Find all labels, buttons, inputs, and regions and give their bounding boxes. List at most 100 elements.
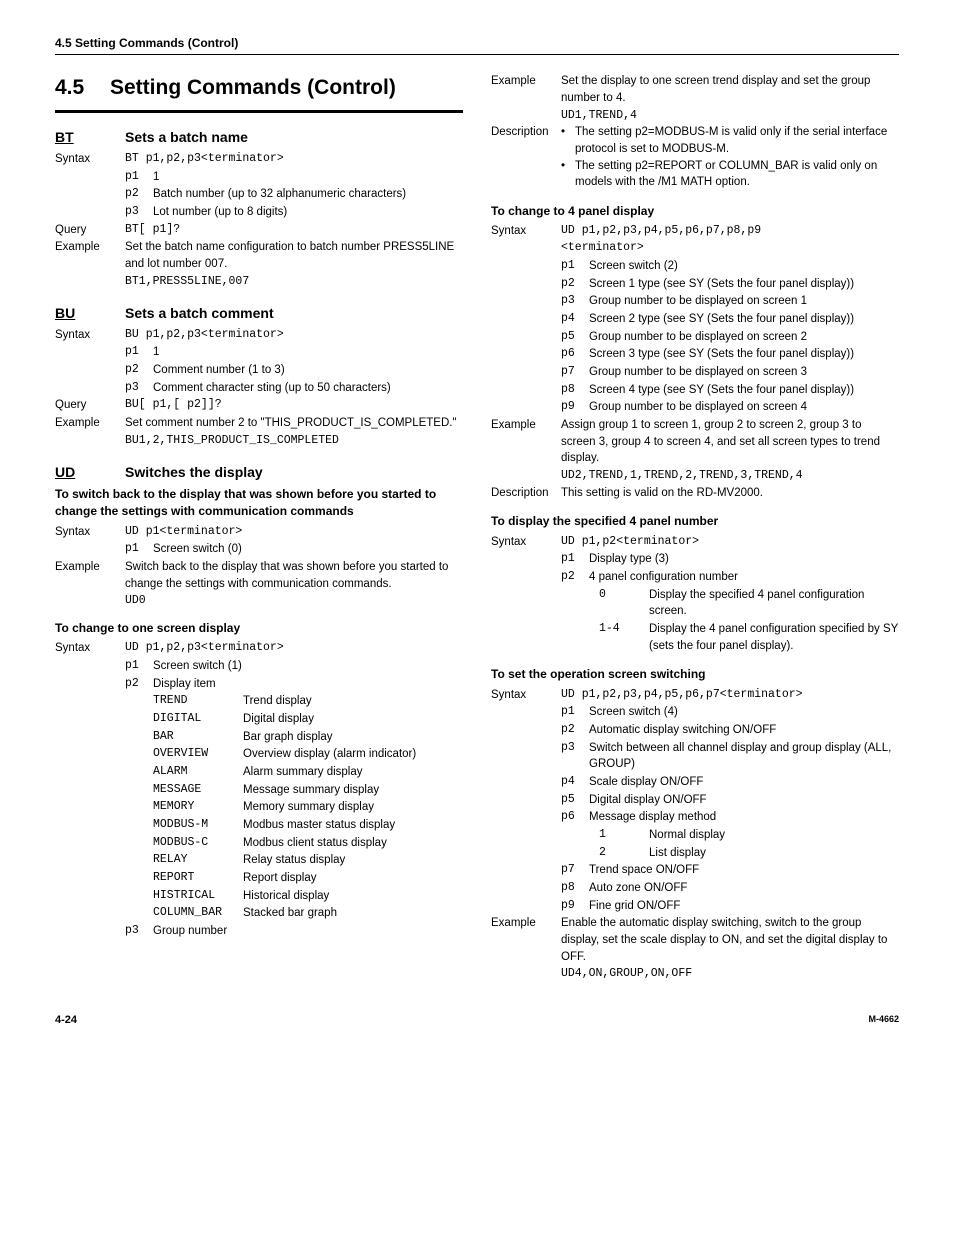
param-code: p7 (561, 862, 589, 879)
bt-query: BT[ p1]? (125, 222, 463, 239)
right-column: Example Set the display to one screen tr… (491, 73, 899, 995)
param-code: p5 (561, 792, 589, 809)
display-item-row: ALARMAlarm summary display (153, 764, 463, 781)
param-code: p7 (561, 364, 589, 381)
label: Query (55, 397, 125, 414)
ud-sub1-syntax: UD p1<terminator> (125, 524, 463, 541)
content-columns: 4.5 Setting Commands (Control) BT Sets a… (55, 73, 899, 995)
ud-sub2-syntax: UD p1,p2,p3<terminator> (125, 640, 463, 657)
param-desc: Batch number (up to 32 alphanumeric char… (153, 186, 463, 203)
param-desc: Screen 3 type (see SY (Sets the four pan… (589, 346, 899, 363)
label: Syntax (55, 640, 125, 657)
param-code: p3 (561, 293, 589, 310)
param-code: p1 (125, 658, 153, 675)
display-item-row: OVERVIEWOverview display (alarm indicato… (153, 746, 463, 763)
section-name: Setting Commands (Control) (110, 73, 396, 103)
param-code: p2 (561, 276, 589, 293)
bt-syntax: BT p1,p2,p3<terminator> (125, 151, 463, 168)
manual-number: M-4662 (868, 1013, 899, 1029)
label: Example (55, 559, 125, 576)
param-desc: Screen switch (4) (589, 704, 899, 721)
param-code: p1 (125, 169, 153, 186)
param-desc: Screen switch (0) (153, 541, 463, 558)
display-item-desc: Trend display (243, 693, 463, 710)
param-desc: Automatic display switching ON/OFF (589, 722, 899, 739)
display-item-row: COLUMN_BARStacked bar graph (153, 905, 463, 922)
param-code: p6 (561, 346, 589, 363)
display-item-desc: Modbus master status display (243, 817, 463, 834)
param-code: p2 (561, 722, 589, 739)
param-code: p3 (561, 740, 589, 757)
param-code: p1 (561, 704, 589, 721)
bu-query: BU[ p1,[ p2]]? (125, 397, 463, 414)
display-item-code: MEMORY (153, 799, 243, 816)
display-item-code: TREND (153, 693, 243, 710)
param-desc: Group number to be displayed on screen 4 (589, 399, 899, 416)
param-code: p9 (561, 399, 589, 416)
label: Syntax (55, 151, 125, 168)
bullet-icon: • (561, 124, 575, 157)
four-panel-example-text: Assign group 1 to screen 1, group 2 to s… (561, 417, 899, 467)
bt-example-code: BT1,PRESS5LINE,007 (55, 274, 463, 291)
param-code: p1 (125, 344, 153, 361)
section-rule (55, 110, 463, 113)
param-desc: Auto zone ON/OFF (589, 880, 899, 897)
opscreen-example-text: Enable the automatic display switching, … (561, 915, 899, 965)
bullet-text: The setting p2=MODBUS-M is valid only if… (575, 124, 899, 157)
display-item-desc: Message summary display (243, 782, 463, 799)
ud-sub1-head: To switch back to the display that was s… (55, 486, 463, 521)
display-item-row: MODBUS-MModbus master status display (153, 817, 463, 834)
display-item-row: DIGITALDigital display (153, 711, 463, 728)
label: Example (491, 915, 561, 932)
param-code: p2 (561, 569, 589, 586)
value-desc: List display (649, 845, 899, 862)
param-code: p8 (561, 382, 589, 399)
display-item-desc: Stacked bar graph (243, 905, 463, 922)
param-desc: Screen 4 type (see SY (Sets the four pan… (589, 382, 899, 399)
four-panel-desc: This setting is valid on the RD-MV2000. (561, 485, 899, 502)
display-items-list: TRENDTrend displayDIGITALDigital display… (125, 693, 463, 922)
ud-sub1-example-text: Switch back to the display that was show… (125, 559, 463, 592)
display-item-desc: Report display (243, 870, 463, 887)
disp4num-syntax: UD p1,p2<terminator> (561, 534, 899, 551)
label: Syntax (55, 327, 125, 344)
param-desc: Fine grid ON/OFF (589, 898, 899, 915)
ud-title: Switches the display (125, 462, 263, 482)
display-item-desc: Alarm summary display (243, 764, 463, 781)
param-code: p4 (561, 774, 589, 791)
display-item-code: HISTRICAL (153, 888, 243, 905)
param-desc: Screen switch (2) (589, 258, 899, 275)
param-desc: Display type (3) (589, 551, 899, 568)
label: Description (491, 124, 561, 141)
bt-code: BT (55, 127, 125, 147)
display-item-row: REPORTReport display (153, 870, 463, 887)
display-item-code: REPORT (153, 870, 243, 887)
param-code: p4 (561, 311, 589, 328)
four-panel-block: To change to 4 panel display Syntax UD p… (491, 203, 899, 501)
param-code: p9 (561, 898, 589, 915)
param-code: p6 (561, 809, 589, 826)
param-code: p3 (125, 204, 153, 221)
display-item-desc: Memory summary display (243, 799, 463, 816)
bu-example-text: Set comment number 2 to "THIS_PRODUCT_IS… (125, 415, 463, 432)
display-item-row: MEMORYMemory summary display (153, 799, 463, 816)
display-item-desc: Bar graph display (243, 729, 463, 746)
display-item-code: DIGITAL (153, 711, 243, 728)
col2-top: Example Set the display to one screen tr… (491, 73, 899, 191)
param-code: p1 (561, 258, 589, 275)
label: Example (55, 415, 125, 432)
bt-example-text: Set the batch name configuration to batc… (125, 239, 463, 272)
param-desc: Lot number (up to 8 digits) (153, 204, 463, 221)
param-desc: Scale display ON/OFF (589, 774, 899, 791)
value-code: 1-4 (589, 621, 649, 638)
param-desc: Screen 1 type (see SY (Sets the four pan… (589, 276, 899, 293)
param-desc: Comment number (1 to 3) (153, 362, 463, 379)
page-footer: 4-24 M-4662 (55, 1013, 899, 1029)
display-item-code: MODBUS-C (153, 835, 243, 852)
disp4num-block: To display the specified 4 panel number … (491, 513, 899, 654)
param-desc: Switch between all channel display and g… (589, 740, 899, 773)
col2-desc: •The setting p2=MODBUS-M is valid only i… (561, 124, 899, 191)
display-item-row: MESSAGEMessage summary display (153, 782, 463, 799)
opscreen-block: To set the operation screen switching Sy… (491, 666, 899, 983)
bu-title: Sets a batch comment (125, 303, 274, 323)
